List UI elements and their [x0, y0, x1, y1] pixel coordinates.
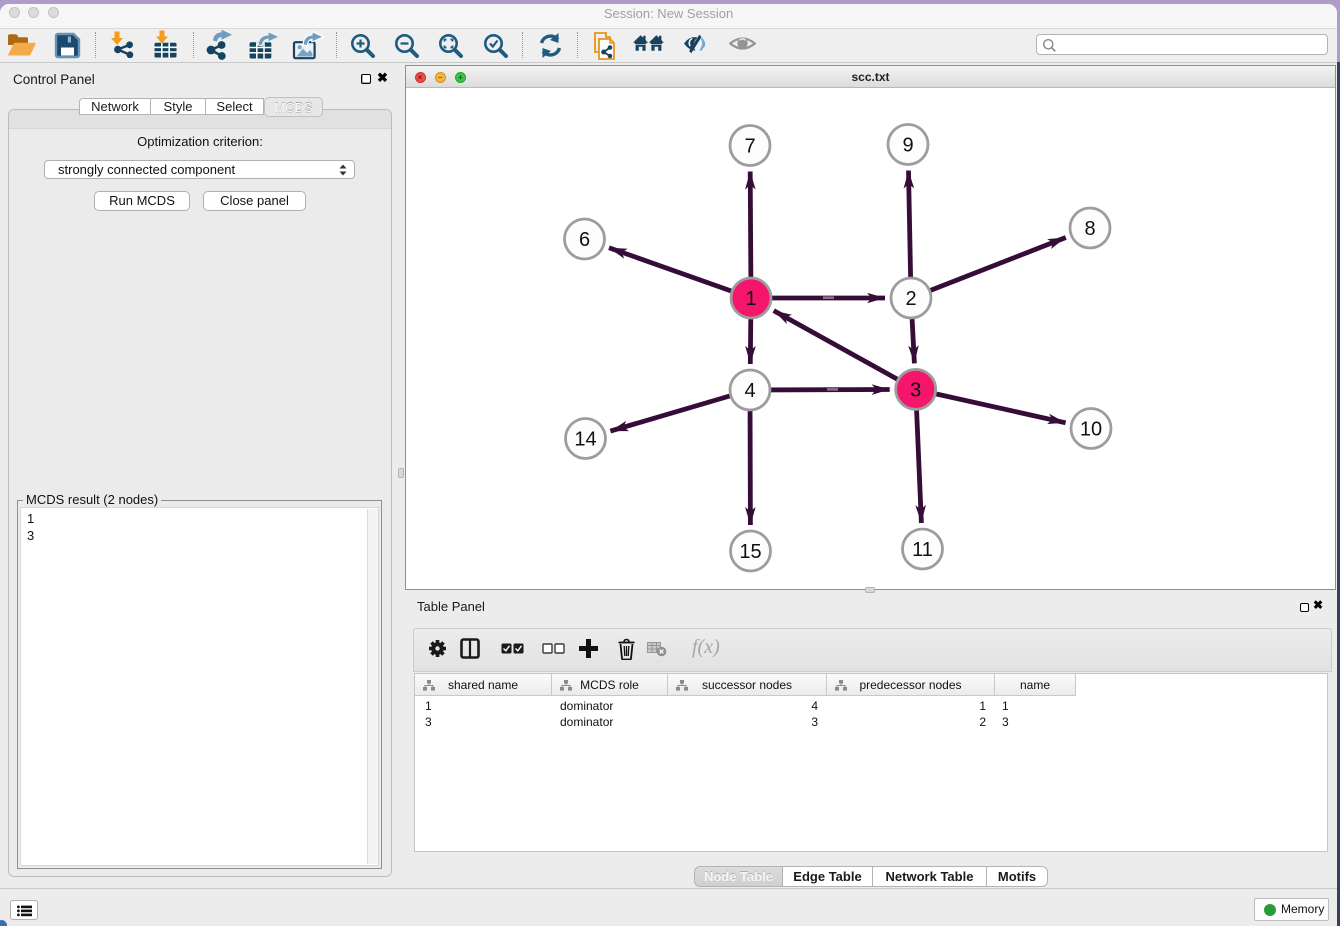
svg-text:1: 1: [745, 288, 756, 310]
svg-text:7: 7: [744, 136, 755, 158]
svg-text:14: 14: [574, 429, 596, 451]
svg-text:8: 8: [1084, 218, 1095, 240]
svg-text:2: 2: [905, 288, 916, 310]
svg-text:4: 4: [744, 380, 755, 402]
svg-text:15: 15: [739, 541, 761, 563]
svg-text:6: 6: [579, 229, 590, 251]
svg-text:9: 9: [902, 135, 913, 157]
svg-text:10: 10: [1080, 419, 1102, 441]
svg-text:3: 3: [910, 379, 921, 401]
svg-text:11: 11: [912, 539, 933, 561]
